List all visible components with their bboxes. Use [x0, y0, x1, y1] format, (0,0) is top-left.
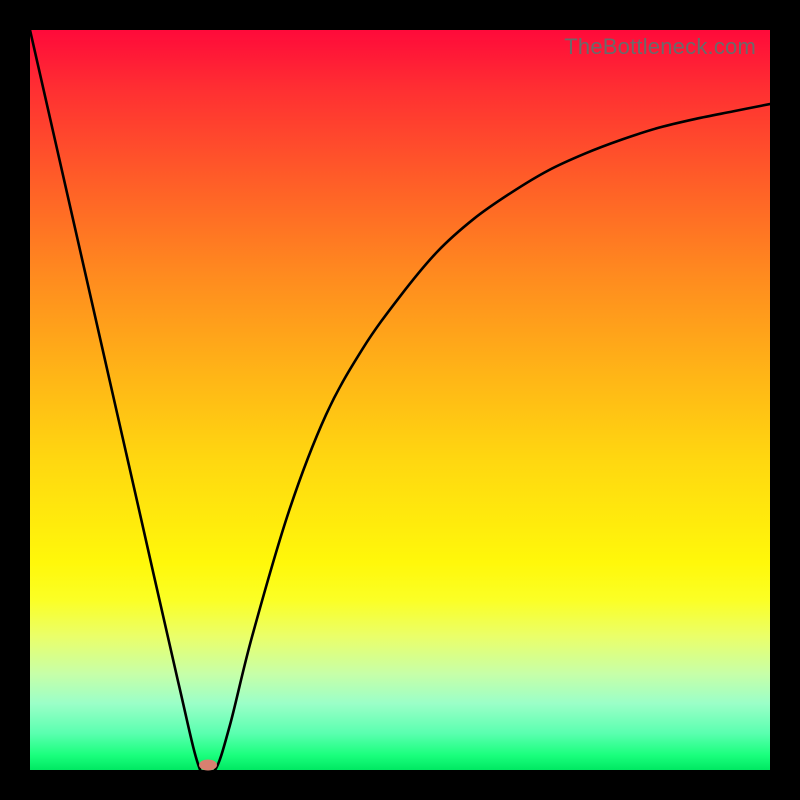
bottleneck-curve — [30, 30, 770, 770]
plot-area: TheBottleneck.com — [30, 30, 770, 770]
chart-frame: TheBottleneck.com — [0, 0, 800, 800]
optimal-point-marker — [199, 760, 217, 771]
